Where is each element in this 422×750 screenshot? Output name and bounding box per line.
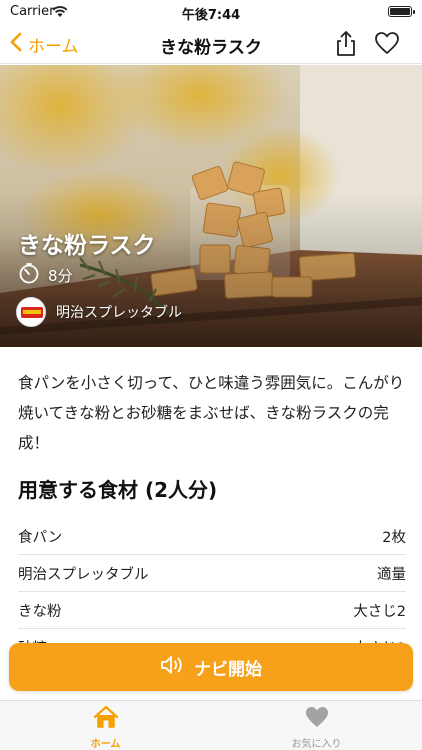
ingredient-name: 食パン [18, 529, 63, 546]
tab-favorites-label: お気に入り [291, 739, 342, 750]
brand-link[interactable]: 明治スプレッタブル [16, 297, 182, 327]
recipe-title: きな粉ラスク [18, 233, 156, 259]
timer-icon [18, 262, 48, 288]
ingredient-name: きな粉 [18, 603, 62, 620]
home-icon [92, 705, 120, 735]
navigation-bar: ホーム きな粉ラスク [0, 24, 422, 64]
status-bar: Carrier 午後7:44 [0, 0, 422, 24]
ingredient-row: きな粉 大さじ2 [18, 592, 406, 629]
recipe-hero-image: きな粉ラスク 8分 明治スプレッタブル [0, 65, 422, 347]
status-time: 午後7:44 [181, 8, 241, 23]
tab-home[interactable]: ホーム [0, 705, 211, 750]
cooking-time: 8分 [18, 262, 73, 288]
start-navigation-label: ナビ開始 [194, 659, 262, 680]
favorite-button[interactable] [374, 31, 402, 57]
brand-name: 明治スプレッタブル [56, 305, 182, 321]
tab-bar: ホーム お気に入り [0, 700, 422, 750]
ingredient-row: 明治スプレッタブル 適量 [18, 555, 406, 592]
ingredient-amount: 適量 [377, 566, 406, 583]
share-button[interactable] [332, 30, 360, 58]
share-icon [332, 31, 360, 62]
ingredient-amount: 2枚 [382, 529, 406, 546]
tab-home-label: ホーム [90, 739, 121, 750]
brand-logo [16, 297, 46, 327]
ingredients-heading: 用意する食材 (2人分) [18, 478, 218, 502]
heart-icon [304, 705, 330, 735]
speaker-icon [160, 654, 194, 681]
cooking-time-value: 8分 [48, 266, 73, 285]
ingredient-amount: 大さじ2 [353, 603, 406, 620]
battery-icon [388, 6, 415, 17]
ingredient-row: 食パン 2枚 [18, 518, 406, 555]
tab-favorites[interactable]: お気に入り [211, 705, 422, 750]
heart-icon [374, 32, 400, 59]
start-navigation-button[interactable]: ナビ開始 [9, 643, 413, 691]
ingredient-name: 明治スプレッタブル [18, 566, 149, 583]
recipe-description: 食パンを小さく切って、ひと味違う雰囲気に。こんがり焼いてきな粉とお砂糖をまぶせば… [18, 374, 405, 452]
